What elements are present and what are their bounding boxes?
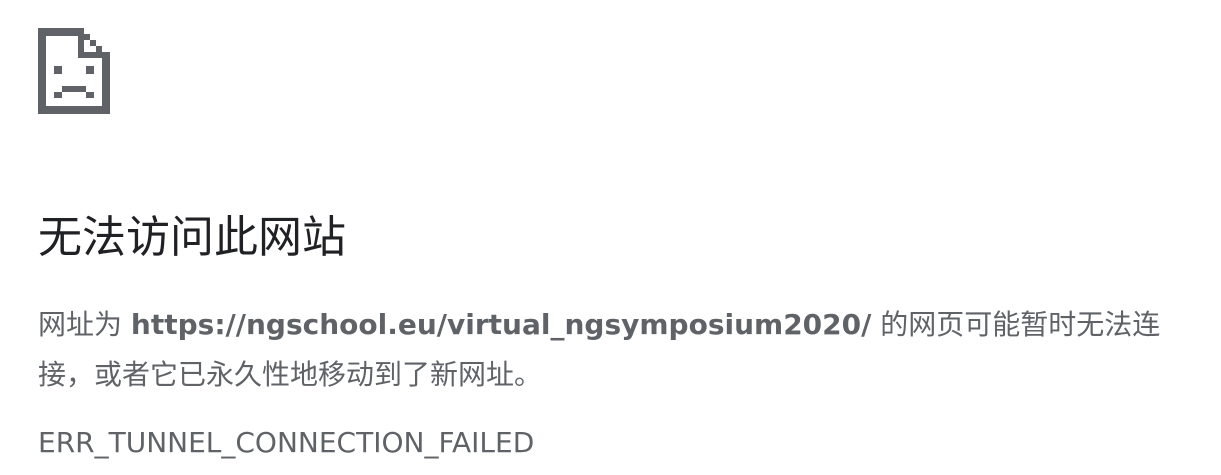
message-prefix: 网址为 bbox=[38, 308, 131, 341]
error-message: 网址为 https://ngschool.eu/virtual_ngsympos… bbox=[38, 300, 1198, 400]
sad-document-icon bbox=[38, 28, 110, 114]
failed-url: https://ngschool.eu/virtual_ngsymposium2… bbox=[130, 308, 872, 341]
error-code: ERR_TUNNEL_CONNECTION_FAILED bbox=[38, 426, 535, 459]
page-title: 无法访问此网站 bbox=[38, 212, 346, 263]
